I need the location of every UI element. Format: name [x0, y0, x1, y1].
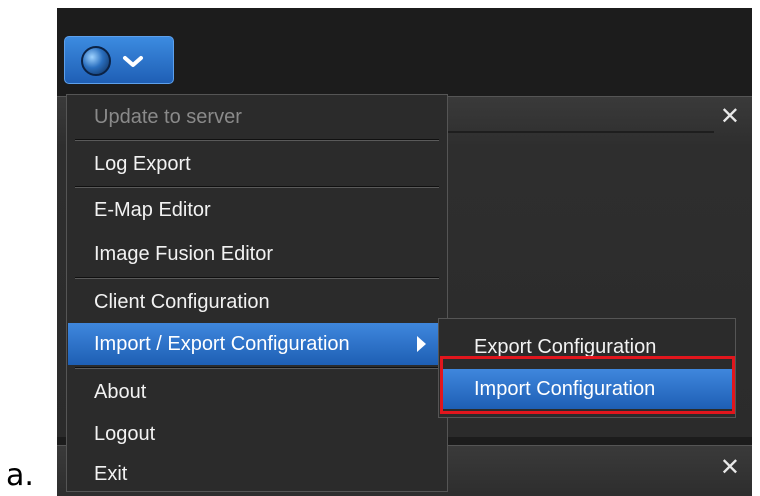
figure-caption: a.	[6, 458, 34, 493]
menu-item-label: Import / Export Configuration	[94, 333, 350, 355]
menu-item-image-fusion-editor[interactable]: Image Fusion Editor	[68, 233, 446, 275]
menu-item-about[interactable]: About	[68, 371, 446, 413]
menu-item-client-configuration[interactable]: Client Configuration	[68, 281, 446, 323]
app-window: ✕ ✕ Update to server Log Export E-Map Ed…	[57, 8, 752, 496]
menu-separator	[75, 139, 439, 141]
menu-item-logout[interactable]: Logout	[68, 413, 446, 455]
submenu-arrow-icon	[417, 336, 426, 352]
chevron-down-icon	[123, 56, 143, 67]
menu-separator	[75, 186, 439, 188]
globe-icon	[81, 46, 111, 76]
menu-item-emap-editor[interactable]: E-Map Editor	[68, 189, 446, 231]
close-icon[interactable]: ✕	[720, 456, 740, 480]
main-dropdown-menu: Update to server Log Export E-Map Editor…	[66, 94, 448, 492]
menu-separator	[75, 367, 439, 369]
close-icon[interactable]: ✕	[720, 105, 740, 129]
highlight-box	[440, 356, 735, 414]
menu-item-log-export[interactable]: Log Export	[68, 143, 446, 185]
panel-header-divider	[442, 131, 714, 133]
menu-item-exit[interactable]: Exit	[68, 453, 446, 495]
menu-item-update-to-server: Update to server	[94, 106, 242, 128]
menu-separator	[75, 277, 439, 279]
menu-item-import-export-configuration[interactable]: Import / Export Configuration	[68, 323, 446, 365]
main-menu-button[interactable]	[64, 36, 174, 84]
